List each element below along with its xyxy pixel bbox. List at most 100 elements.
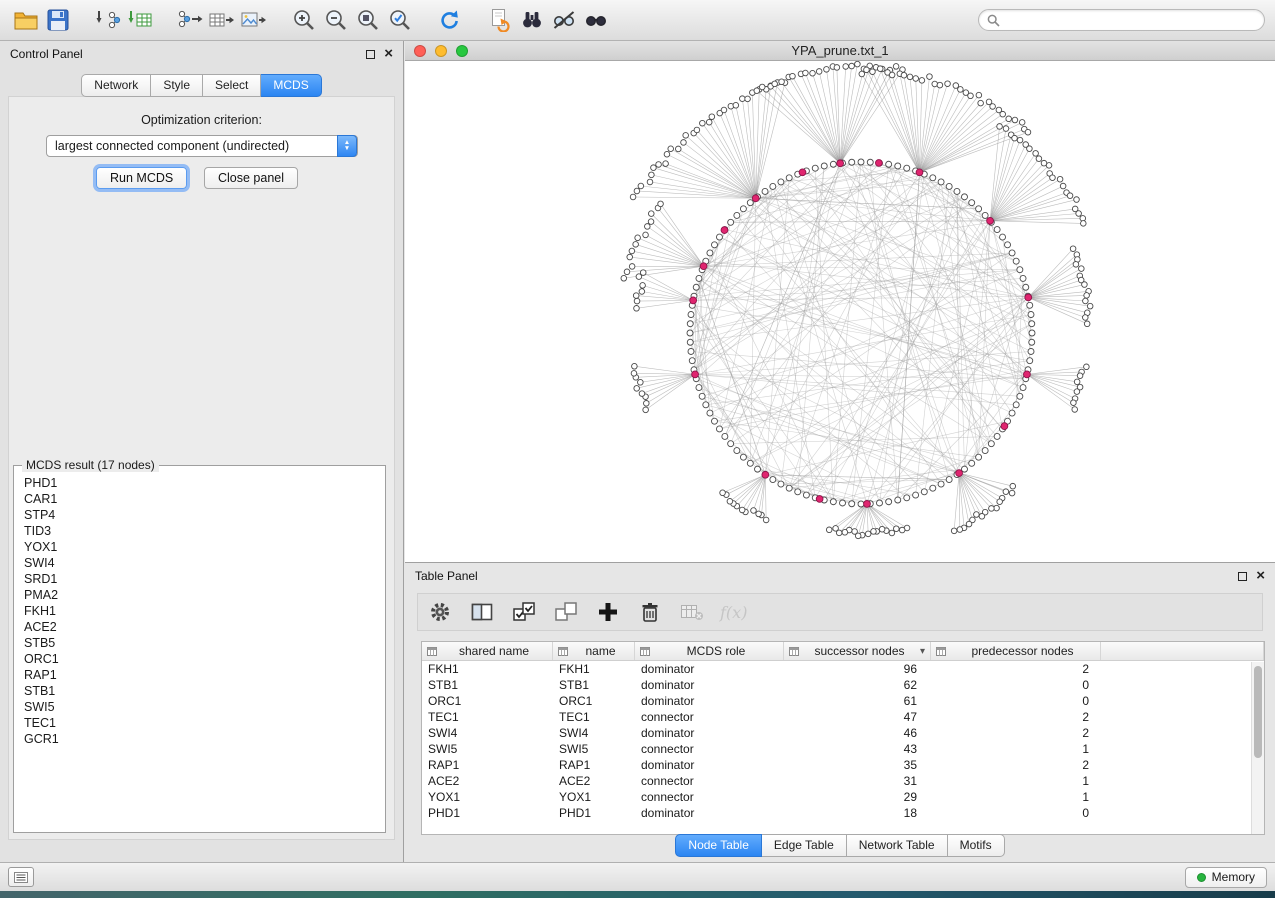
- mcds-result-item[interactable]: SWI5: [15, 699, 384, 715]
- mcds-result-item[interactable]: ORC1: [15, 651, 384, 667]
- task-history-button[interactable]: [8, 867, 34, 887]
- search-input[interactable]: [1005, 13, 1256, 27]
- close-panel-button[interactable]: Close panel: [204, 167, 298, 189]
- mcds-result-item[interactable]: SRD1: [15, 571, 384, 587]
- table-settings-button[interactable]: [426, 598, 454, 626]
- column-type-icon: [640, 647, 650, 656]
- float-panel-icon[interactable]: [366, 50, 375, 59]
- table-panel-header: Table Panel ×: [405, 563, 1275, 589]
- open-session-button[interactable]: [10, 4, 42, 36]
- tab-network-table[interactable]: Network Table: [847, 834, 948, 857]
- search-box[interactable]: [978, 9, 1265, 31]
- memory-indicator[interactable]: Memory: [1185, 867, 1267, 888]
- table-row[interactable]: ACE2ACE2connector311: [422, 773, 1264, 789]
- hide-selected-button[interactable]: [548, 4, 580, 36]
- table-cell: dominator: [635, 726, 784, 740]
- table-cell: 47: [784, 710, 931, 724]
- show-all-button[interactable]: [580, 4, 612, 36]
- glasses-slash-icon: [552, 8, 576, 32]
- column-header-successor-nodes[interactable]: successor nodes ▾: [784, 642, 931, 660]
- deselect-all-button[interactable]: [552, 598, 580, 626]
- mcds-result-item[interactable]: PMA2: [15, 587, 384, 603]
- sort-chevron-icon[interactable]: ▾: [920, 646, 925, 657]
- status-bar: Memory: [0, 862, 1275, 891]
- control-panel: Control Panel × Network Style Select MCD…: [0, 41, 404, 862]
- table-row[interactable]: ORC1ORC1dominator610: [422, 693, 1264, 709]
- mcds-result-item[interactable]: STP4: [15, 507, 384, 523]
- mcds-result-item[interactable]: RAP1: [15, 667, 384, 683]
- table-row[interactable]: RAP1RAP1dominator352: [422, 757, 1264, 773]
- network-canvas[interactable]: [405, 61, 1275, 562]
- table-cell: 0: [931, 678, 1101, 692]
- first-neighbors-button[interactable]: [516, 4, 548, 36]
- document-share-button[interactable]: [484, 4, 516, 36]
- network-window-titlebar[interactable]: YPA_prune.txt_1: [405, 41, 1275, 61]
- column-type-icon: [936, 647, 946, 656]
- mcds-result-list[interactable]: PHD1CAR1STP4TID3YOX1SWI4SRD1PMA2FKH1ACE2…: [15, 467, 384, 831]
- column-header-shared-name[interactable]: shared name: [422, 642, 553, 660]
- checked-boxes-icon: [512, 601, 536, 623]
- application-window: Control Panel × Network Style Select MCD…: [0, 0, 1275, 898]
- mcds-result-item[interactable]: STB1: [15, 683, 384, 699]
- table-row[interactable]: FKH1FKH1dominator962: [422, 661, 1264, 677]
- function-builder-button[interactable]: f(x): [720, 598, 747, 626]
- table-row[interactable]: PHD1PHD1dominator180: [422, 805, 1264, 821]
- float-table-panel-icon[interactable]: [1238, 572, 1247, 581]
- tab-edge-table[interactable]: Edge Table: [762, 834, 847, 857]
- zoom-out-button[interactable]: [320, 4, 352, 36]
- tab-network[interactable]: Network: [81, 74, 151, 97]
- save-session-button[interactable]: [42, 4, 74, 36]
- table-cell: RAP1: [553, 758, 635, 772]
- column-header-name[interactable]: name: [553, 642, 635, 660]
- table-row[interactable]: STB1STB1dominator620: [422, 677, 1264, 693]
- export-network-button[interactable]: [174, 4, 206, 36]
- show-columns-button[interactable]: [468, 598, 496, 626]
- mcds-result-item[interactable]: GCR1: [15, 731, 384, 747]
- import-network-button[interactable]: [92, 4, 124, 36]
- mcds-result-item[interactable]: SWI4: [15, 555, 384, 571]
- mcds-result-item[interactable]: CAR1: [15, 491, 384, 507]
- column-header-predecessor-nodes[interactable]: predecessor nodes: [931, 642, 1101, 660]
- table-scrollbar-thumb[interactable]: [1254, 666, 1262, 758]
- tab-node-table[interactable]: Node Table: [675, 834, 762, 857]
- export-table-button[interactable]: [206, 4, 238, 36]
- tab-motifs[interactable]: Motifs: [948, 834, 1005, 857]
- import-table-button[interactable]: [124, 4, 156, 36]
- table-cell: connector: [635, 742, 784, 756]
- mcds-result-item[interactable]: TID3: [15, 523, 384, 539]
- column-header-mcds-role[interactable]: MCDS role: [635, 642, 784, 660]
- tab-style[interactable]: Style: [151, 74, 203, 97]
- table-row[interactable]: TEC1TEC1connector472: [422, 709, 1264, 725]
- close-table-panel-icon[interactable]: ×: [1256, 571, 1265, 581]
- mcds-result-item[interactable]: TEC1: [15, 715, 384, 731]
- mcds-result-item[interactable]: YOX1: [15, 539, 384, 555]
- tab-select[interactable]: Select: [203, 74, 261, 97]
- zoom-in-button[interactable]: [288, 4, 320, 36]
- add-column-button[interactable]: [594, 598, 622, 626]
- refresh-view-button[interactable]: [434, 4, 466, 36]
- fx-icon: f(x): [720, 603, 747, 622]
- table-clear-icon: [680, 602, 704, 622]
- mcds-result-item[interactable]: ACE2: [15, 619, 384, 635]
- tab-mcds[interactable]: MCDS: [261, 74, 321, 97]
- clear-table-button[interactable]: [678, 598, 706, 626]
- run-mcds-button[interactable]: Run MCDS: [96, 167, 187, 189]
- table-cell: SWI5: [422, 742, 553, 756]
- select-all-button[interactable]: [510, 598, 538, 626]
- table-row[interactable]: SWI5SWI5connector431: [422, 741, 1264, 757]
- mcds-result-item[interactable]: PHD1: [15, 475, 384, 491]
- mcds-result-item[interactable]: STB5: [15, 635, 384, 651]
- table-cell: 1: [931, 790, 1101, 804]
- delete-column-button[interactable]: [636, 598, 664, 626]
- criterion-select[interactable]: largest connected component (undirected)…: [46, 135, 358, 157]
- zoom-selected-button[interactable]: [384, 4, 416, 36]
- table-row[interactable]: YOX1YOX1connector291: [422, 789, 1264, 805]
- zoom-fit-button[interactable]: [352, 4, 384, 36]
- table-cell: 2: [931, 726, 1101, 740]
- table-row[interactable]: SWI4SWI4dominator462: [422, 725, 1264, 741]
- table-cell: STB1: [422, 678, 553, 692]
- mcds-result-item[interactable]: FKH1: [15, 603, 384, 619]
- export-image-button[interactable]: [238, 4, 270, 36]
- table-scrollbar[interactable]: [1251, 662, 1264, 834]
- close-panel-icon[interactable]: ×: [384, 49, 393, 59]
